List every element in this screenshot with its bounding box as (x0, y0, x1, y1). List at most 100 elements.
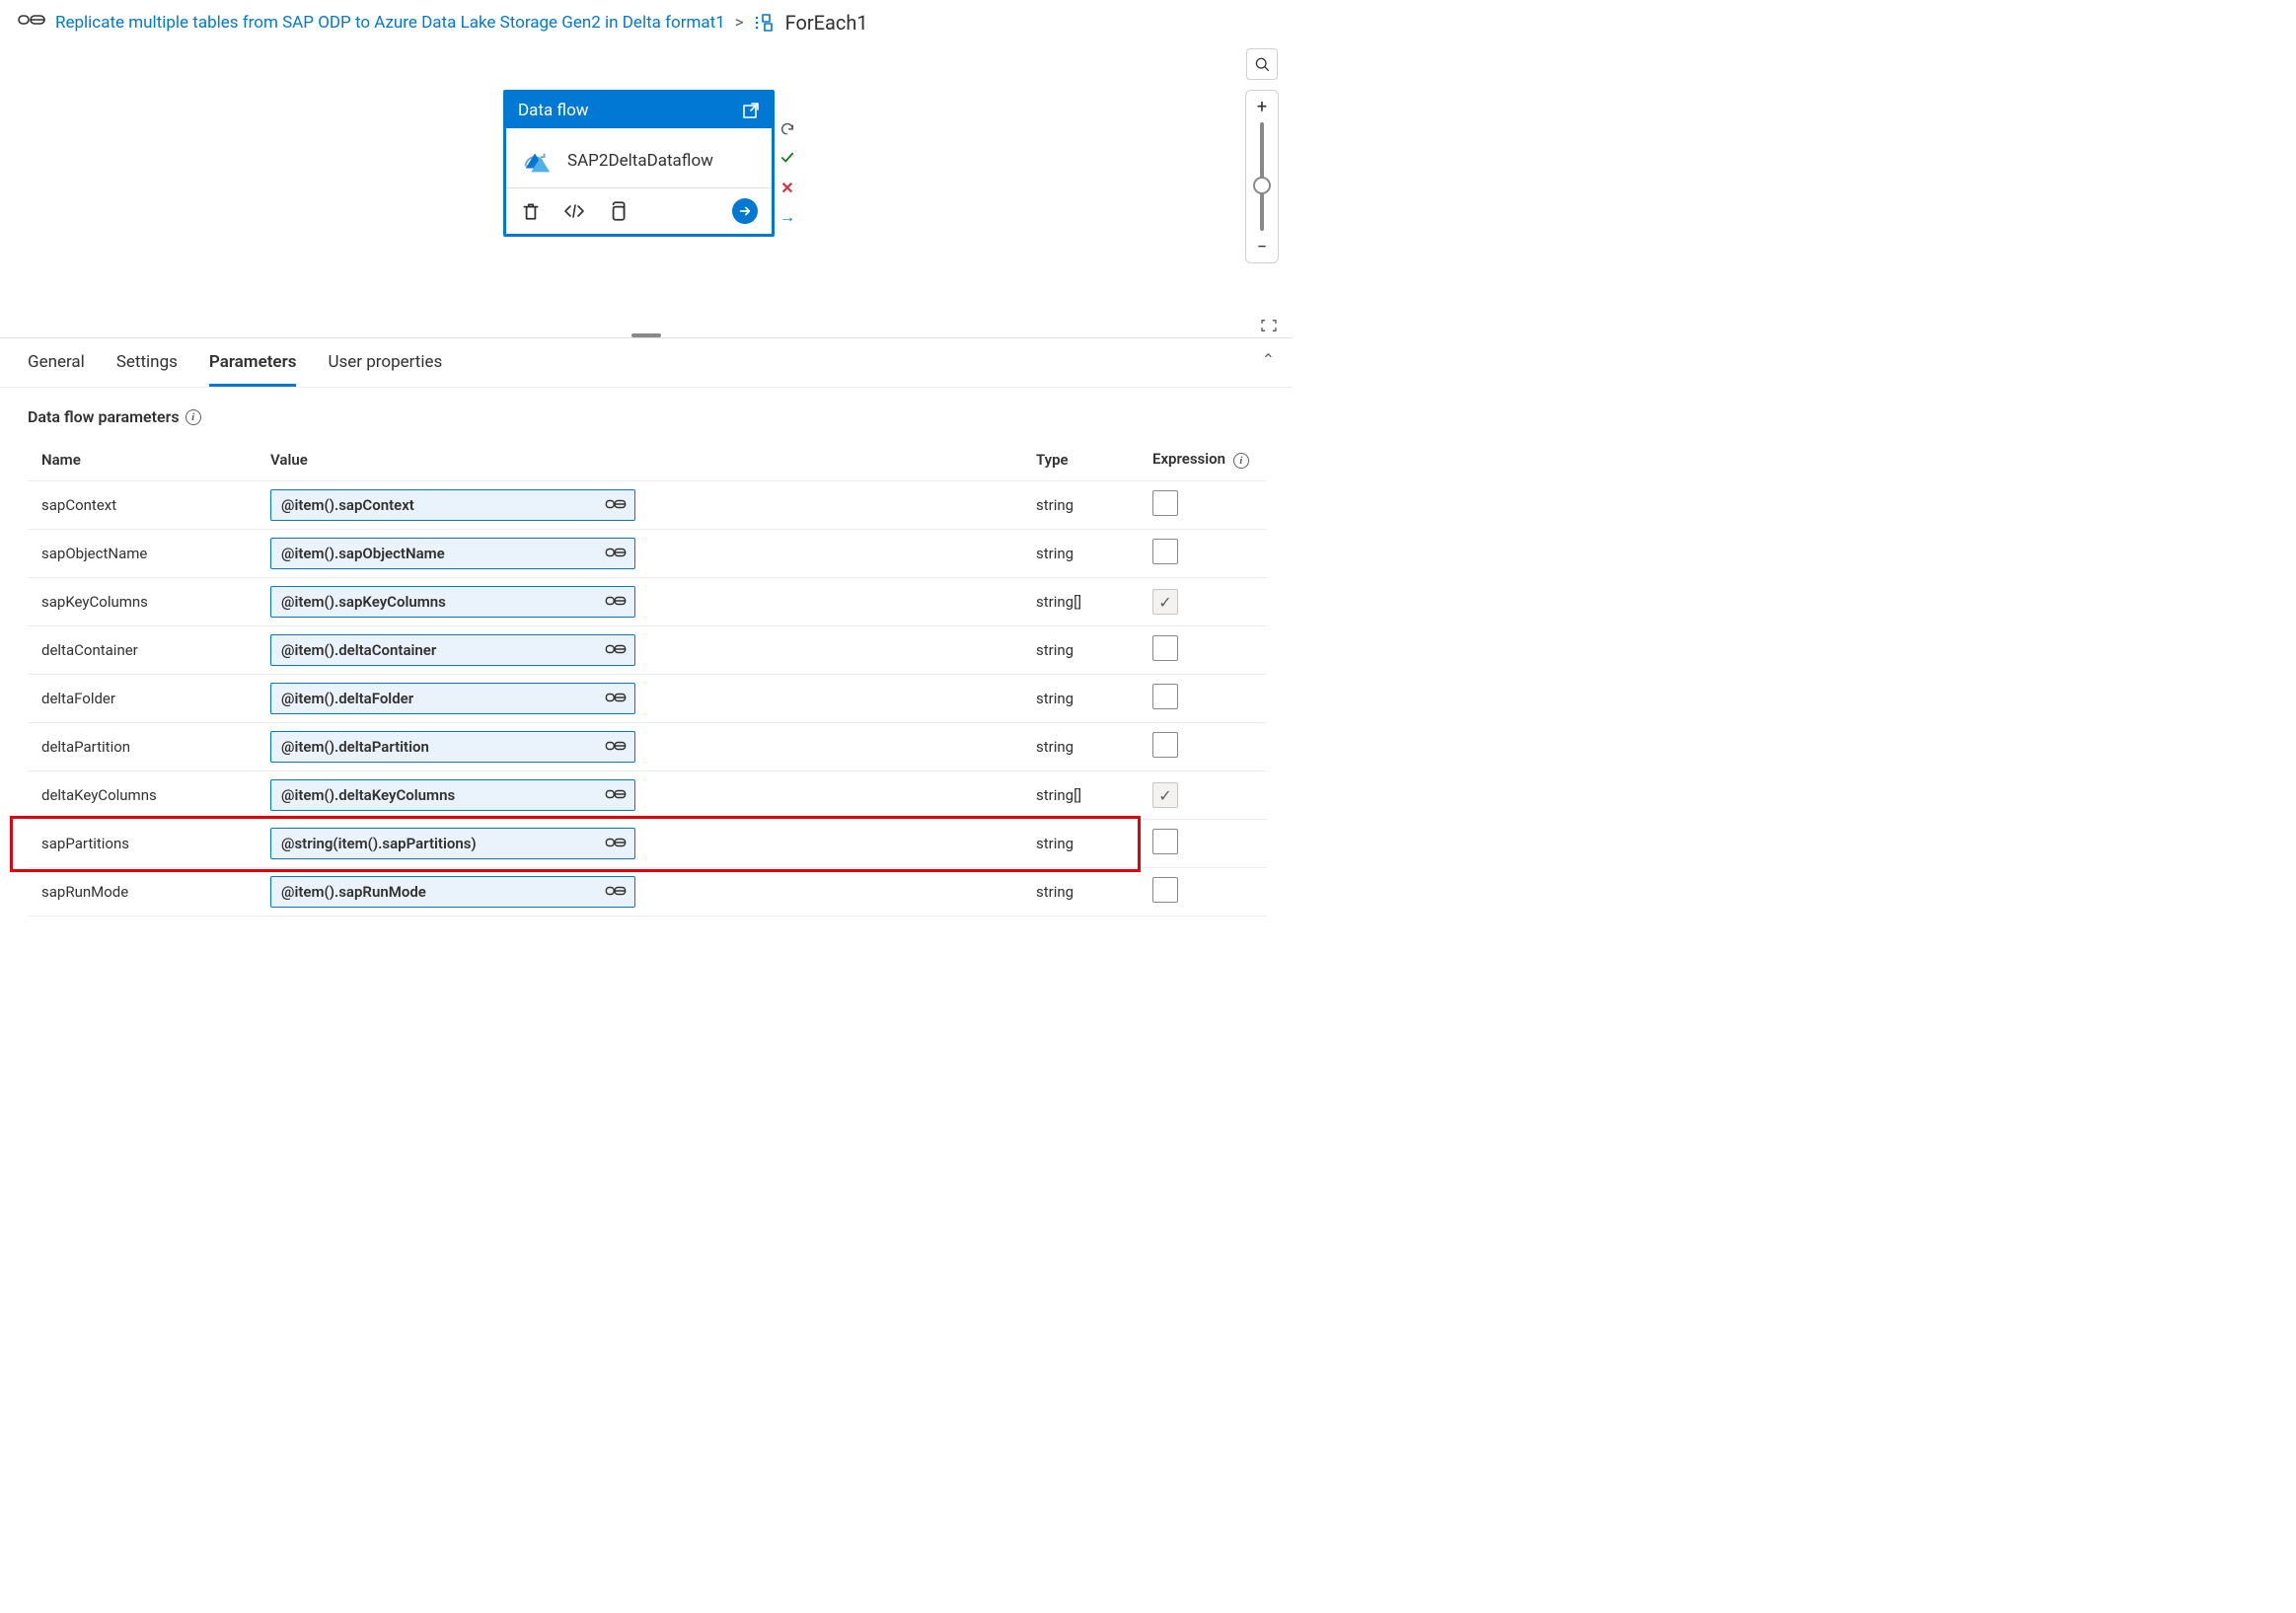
table-row: deltaPartition@item().deltaPartitionstri… (28, 723, 1267, 771)
param-value-text: @item().sapRunMode (281, 883, 426, 901)
param-value-input[interactable]: @item().deltaKeyColumns (270, 779, 635, 811)
table-row: sapKeyColumns @item().sapKeyColumns string… (28, 578, 1267, 626)
zoom-in-button[interactable]: + (1252, 97, 1272, 116)
param-value-text: @item().deltaContainer (281, 641, 436, 659)
foreach-icon (754, 14, 776, 32)
param-value-cell: @item().sapObjectName (257, 530, 1022, 578)
col-header-type: Type (1022, 440, 1139, 481)
expression-checkbox[interactable] (1152, 539, 1178, 564)
fit-to-screen-button[interactable] (1259, 322, 1279, 336)
pipeline-icon (18, 10, 45, 35)
expression-builder-icon[interactable] (605, 594, 627, 610)
section-heading-text: Data flow parameters (28, 407, 180, 426)
expression-checkbox[interactable] (1152, 684, 1178, 709)
tab-user-properties[interactable]: User properties (328, 352, 442, 387)
skip-handle-icon[interactable] (778, 119, 796, 137)
zoom-slider[interactable] (1260, 122, 1264, 231)
expression-checkbox[interactable] (1152, 782, 1178, 808)
table-row: deltaContainer@item().deltaContainerstri… (28, 626, 1267, 675)
param-value-text: @item().sapContext (281, 496, 414, 514)
expression-checkbox[interactable] (1152, 635, 1178, 661)
expression-builder-icon[interactable] (605, 642, 627, 658)
canvas-area: Data flow SAP2DeltaDataflow (0, 42, 1293, 338)
dataflow-icon (520, 144, 554, 178)
delete-button[interactable] (520, 200, 542, 222)
activity-connector-handles: ✕ → (778, 119, 796, 226)
parameters-section: Data flow parameters i Name Value Type E… (0, 388, 1293, 926)
param-value-input[interactable]: @item().deltaFolder (270, 683, 635, 714)
info-icon[interactable]: i (1233, 453, 1249, 469)
breadcrumb-root-link[interactable]: Replicate multiple tables from SAP ODP t… (55, 13, 725, 33)
param-type: string (1022, 675, 1139, 723)
completion-handle-icon[interactable]: → (778, 208, 796, 226)
open-external-icon[interactable] (742, 102, 760, 119)
table-row: deltaFolder @item().deltaFolder string (28, 675, 1267, 723)
expression-builder-icon[interactable] (605, 884, 627, 900)
table-row: sapObjectName@item().sapObjectNamestring (28, 530, 1267, 578)
activity-dataflow[interactable]: Data flow SAP2DeltaDataflow (503, 90, 775, 237)
param-name: sapKeyColumns (28, 578, 257, 626)
param-value-text: @item().sapObjectName (281, 545, 445, 562)
param-value-cell: @item().sapContext (257, 481, 1022, 530)
param-value-cell: @item().deltaContainer (257, 626, 1022, 675)
breadcrumb-current: ForEach1 (785, 11, 868, 35)
expression-builder-icon[interactable] (605, 546, 627, 561)
expression-checkbox[interactable] (1152, 589, 1178, 615)
tab-parameters[interactable]: Parameters (209, 352, 297, 387)
param-value-input[interactable]: @item().deltaPartition (270, 731, 635, 763)
param-name: deltaFolder (28, 675, 257, 723)
param-name: sapObjectName (28, 530, 257, 578)
expression-checkbox[interactable] (1152, 877, 1178, 903)
expression-builder-icon[interactable] (605, 691, 627, 706)
tab-general[interactable]: General (28, 352, 85, 387)
param-expression-cell (1139, 723, 1267, 771)
zoom-thumb[interactable] (1253, 177, 1271, 194)
param-value-text: @item().sapKeyColumns (281, 593, 446, 611)
run-button[interactable] (732, 198, 758, 224)
expression-builder-icon[interactable] (605, 497, 627, 513)
param-expression-cell (1139, 481, 1267, 530)
table-row: sapPartitions @string(item().sapPartition… (28, 820, 1267, 868)
param-expression-cell (1139, 578, 1267, 626)
param-value-input[interactable]: @item().sapKeyColumns (270, 586, 635, 618)
expression-checkbox[interactable] (1152, 829, 1178, 854)
param-value-cell: @item().deltaPartition (257, 723, 1022, 771)
param-value-input[interactable]: @item().deltaContainer (270, 634, 635, 666)
param-value-input[interactable]: @string(item().sapPartitions) (270, 828, 635, 859)
param-expression-cell (1139, 675, 1267, 723)
col-header-expression: Expression i (1139, 440, 1267, 481)
zoom-out-button[interactable]: − (1252, 237, 1272, 257)
param-type: string (1022, 723, 1139, 771)
pipeline-canvas[interactable]: Data flow SAP2DeltaDataflow (0, 42, 1293, 337)
section-heading: Data flow parameters i (28, 407, 1267, 426)
param-value-input[interactable]: @item().sapObjectName (270, 538, 635, 569)
param-expression-cell (1139, 820, 1267, 868)
param-type: string (1022, 820, 1139, 868)
expression-builder-icon[interactable] (605, 787, 627, 803)
expression-checkbox[interactable] (1152, 490, 1178, 516)
copy-button[interactable] (607, 200, 629, 222)
expression-builder-icon[interactable] (605, 836, 627, 851)
table-row: sapContext@item().sapContextstring (28, 481, 1267, 530)
tab-settings[interactable]: Settings (116, 352, 178, 387)
param-value-input[interactable]: @item().sapRunMode (270, 876, 635, 908)
success-handle-icon[interactable] (778, 149, 796, 167)
param-name: sapPartitions (28, 820, 257, 868)
table-row: deltaKeyColumns@item().deltaKeyColumnsst… (28, 771, 1267, 820)
expression-builder-icon[interactable] (605, 739, 627, 755)
failure-handle-icon[interactable]: ✕ (778, 179, 796, 196)
param-type: string[] (1022, 578, 1139, 626)
breadcrumb: Replicate multiple tables from SAP ODP t… (0, 0, 1293, 42)
param-value-input[interactable]: @item().sapContext (270, 489, 635, 521)
param-value-cell: @string(item().sapPartitions) (257, 820, 1022, 868)
info-icon[interactable]: i (185, 409, 201, 425)
activity-type-label: Data flow (518, 101, 589, 120)
search-button[interactable] (1246, 48, 1278, 80)
param-value-text: @string(item().sapPartitions) (281, 835, 477, 852)
panel-resize-handle[interactable] (631, 333, 661, 337)
code-button[interactable] (563, 200, 585, 222)
param-name: sapRunMode (28, 868, 257, 916)
collapse-panel-button[interactable]: ⌃ (1262, 350, 1275, 369)
activity-body: SAP2DeltaDataflow (506, 128, 772, 188)
expression-checkbox[interactable] (1152, 732, 1178, 758)
